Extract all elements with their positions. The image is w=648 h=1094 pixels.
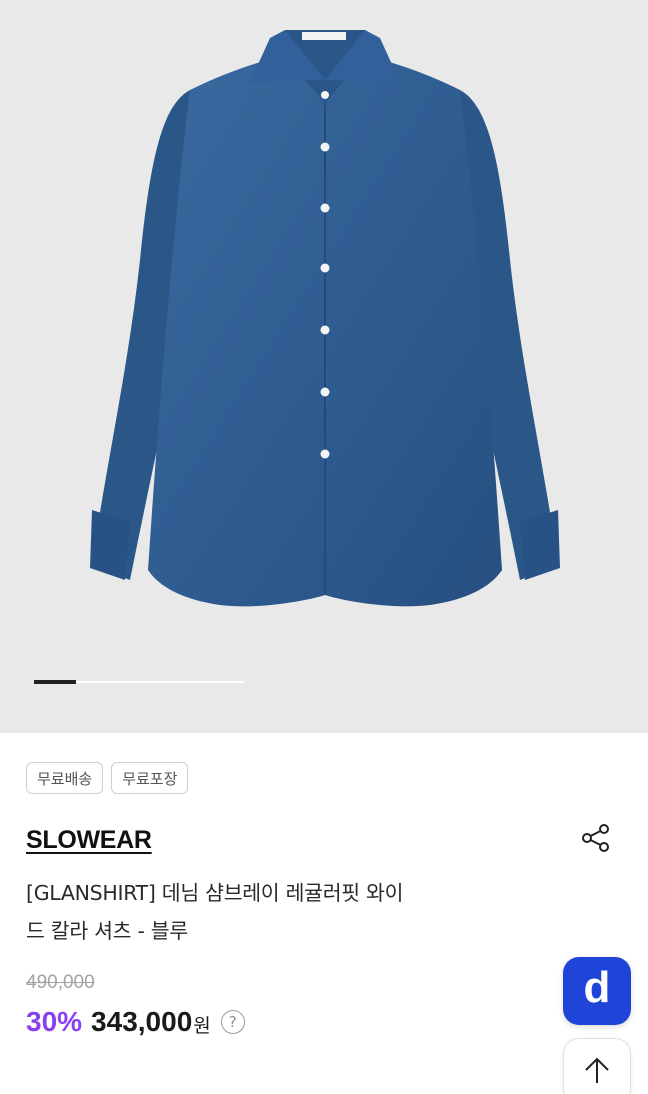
sale-price: 343,000: [91, 1006, 193, 1037]
badge-free-shipping: 무료배송: [26, 762, 104, 794]
discount-rate: 30%: [26, 1006, 83, 1037]
badge-free-wrapping: 무료포장: [111, 762, 189, 794]
shipping-badges: 무료배송 무료포장: [26, 762, 189, 794]
carousel-indicator: [34, 680, 244, 684]
carousel-indicator-active: [34, 680, 76, 684]
price-row: 30% 343,000 원 ?: [26, 1006, 245, 1038]
product-title-line2: 드 칼라 셔츠 - 블루: [26, 919, 188, 943]
share-icon[interactable]: [578, 820, 614, 856]
d-app-button[interactable]: d: [563, 957, 631, 1025]
original-price: 490,000: [26, 972, 95, 993]
d-logo-icon: d: [583, 963, 611, 1012]
brand-link[interactable]: SLOWEAR: [26, 826, 152, 855]
arrow-up-icon: [585, 1057, 609, 1083]
currency-label: 원: [193, 1014, 211, 1037]
product-image-gallery[interactable]: [0, 0, 648, 733]
price-help-icon[interactable]: ?: [220, 1010, 245, 1034]
product-image[interactable]: [70, 10, 580, 620]
product-title-line1: [GLANSHIRT] 데님 샴브레이 레귤러핏 와이: [26, 881, 404, 905]
scroll-top-button[interactable]: [563, 1038, 631, 1094]
product-title: [GLANSHIRT] 데님 샴브레이 레귤러핏 와이 드 칼라 셔츠 - 블루: [26, 874, 526, 950]
